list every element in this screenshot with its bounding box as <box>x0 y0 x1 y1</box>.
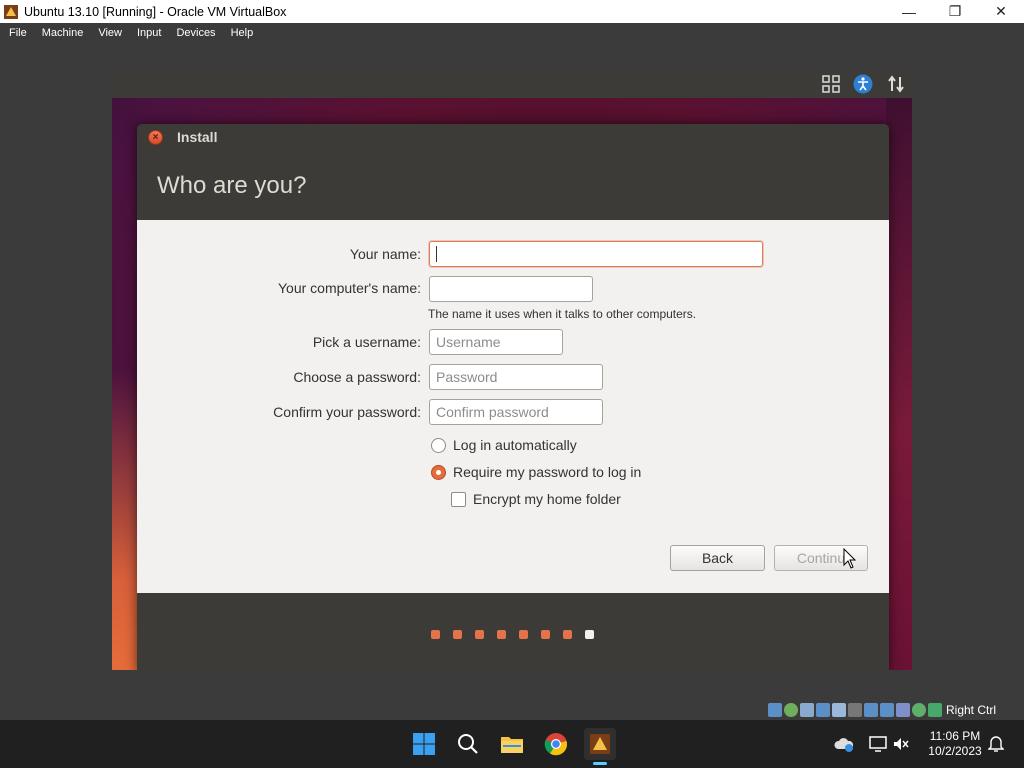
file-explorer-button[interactable] <box>496 728 528 760</box>
text-caret <box>436 246 437 262</box>
computer-name-field[interactable] <box>429 276 593 302</box>
auto-login-option[interactable]: Log in automatically <box>431 437 577 453</box>
bell-icon <box>988 736 1004 752</box>
search-icon <box>458 734 478 754</box>
virtualbox-icon <box>4 4 18 19</box>
host-key-icon[interactable] <box>928 703 942 717</box>
vm-display[interactable]: × Install Who are you? Your name: Your c… <box>112 70 912 670</box>
chrome-button[interactable] <box>540 728 572 760</box>
encrypt-home-label: Encrypt my home folder <box>473 491 621 507</box>
confirm-password-label: Confirm your password: <box>273 404 421 420</box>
progress-dot <box>475 630 484 639</box>
require-password-label: Require my password to log in <box>453 464 642 480</box>
shared-folders-icon[interactable] <box>848 703 862 717</box>
start-button[interactable] <box>408 728 440 760</box>
mouse-integration-icon[interactable] <box>912 703 926 717</box>
username-label: Pick a username: <box>312 334 421 350</box>
folder-icon <box>501 737 523 753</box>
dialog-titlebar: × Install <box>137 124 889 150</box>
active-indicator <box>593 762 607 765</box>
progress-dot <box>519 630 528 639</box>
password-label: Choose a password: <box>293 369 421 385</box>
menubar: File Machine View Input Devices Help <box>0 23 1024 42</box>
menu-input[interactable]: Input <box>128 27 167 39</box>
username-field[interactable]: Username <box>429 329 563 355</box>
close-button[interactable]: ✕ <box>978 0 1024 23</box>
taskbar: 11:06 PM 10/2/2023 <box>0 720 1024 768</box>
auto-login-label: Log in automatically <box>453 437 577 453</box>
volume-muted-icon[interactable] <box>892 735 910 753</box>
progress-dot <box>563 630 572 639</box>
window-titlebar: Ubuntu 13.10 [Running] - Oracle VM Virtu… <box>0 0 1024 23</box>
minimize-button[interactable]: — <box>886 0 932 23</box>
menu-help[interactable]: Help <box>222 27 260 39</box>
virtualbox-icon <box>590 734 610 754</box>
virtualbox-taskbar-button[interactable] <box>584 728 616 765</box>
progress-dot <box>541 630 550 639</box>
network-icon[interactable] <box>816 703 830 717</box>
audio-icon[interactable] <box>800 703 814 717</box>
search-button[interactable] <box>452 728 484 760</box>
back-button[interactable]: Back <box>670 545 765 571</box>
host-key-label: Right Ctrl <box>946 703 997 717</box>
grid-icon[interactable] <box>821 74 841 94</box>
progress-dot-current <box>585 630 594 639</box>
mouse-pointer-icon <box>843 548 857 569</box>
progress-dots <box>431 630 607 639</box>
progress-dot <box>453 630 462 639</box>
wallpaper-edge <box>112 370 138 670</box>
menu-file[interactable]: File <box>0 27 33 39</box>
close-icon[interactable]: × <box>148 129 163 145</box>
clock[interactable]: 11:06 PM 10/2/2023 <box>920 729 990 759</box>
encrypt-home-option[interactable]: Encrypt my home folder <box>451 491 621 507</box>
password-field[interactable]: Password <box>429 364 603 390</box>
ubuntu-top-panel <box>112 70 912 98</box>
dialog-title: Install <box>177 129 218 145</box>
computer-name-label: Your computer's name: <box>277 280 421 296</box>
page-title: Who are you? <box>157 172 307 199</box>
hard-disk-icon[interactable] <box>768 703 782 717</box>
progress-dot <box>497 630 506 639</box>
network-transfer-icon[interactable] <box>886 74 906 94</box>
chrome-icon <box>544 733 568 756</box>
wallpaper-edge <box>886 70 912 670</box>
clock-time: 11:06 PM <box>929 729 981 743</box>
confirm-password-field[interactable]: Confirm password <box>429 399 603 425</box>
name-field[interactable] <box>429 241 763 267</box>
checkbox[interactable] <box>451 491 466 507</box>
usb-icon[interactable] <box>832 703 846 717</box>
menu-view[interactable]: View <box>89 27 128 39</box>
radio-selected[interactable] <box>431 464 446 480</box>
progress-area <box>137 593 889 670</box>
notifications-button[interactable] <box>988 720 1004 768</box>
form-panel: Your name: Your computer's name: The nam… <box>137 220 889 593</box>
menu-devices[interactable]: Devices <box>167 27 221 39</box>
onedrive-icon[interactable] <box>834 735 854 753</box>
window-title: Ubuntu 13.10 [Running] - Oracle VM Virtu… <box>24 4 287 19</box>
optical-drive-icon[interactable] <box>784 703 798 717</box>
vm-status-bar: Right Ctrl <box>768 700 996 720</box>
system-tray <box>834 720 910 768</box>
progress-dot <box>431 630 440 639</box>
clock-date: 10/2/2023 <box>928 744 982 758</box>
recording-icon[interactable] <box>880 703 894 717</box>
install-dialog: × Install Who are you? Your name: Your c… <box>137 124 889 670</box>
virtualization-icon[interactable] <box>896 703 910 717</box>
display-icon[interactable] <box>864 703 878 717</box>
windows-logo-icon <box>413 733 435 755</box>
menu-machine[interactable]: Machine <box>33 27 90 39</box>
name-label: Your name: <box>349 246 421 262</box>
accessibility-icon[interactable] <box>853 74 873 94</box>
monitor-icon[interactable] <box>868 735 888 753</box>
maximize-button[interactable]: ❐ <box>932 0 978 23</box>
computer-name-hint: The name it uses when it talks to other … <box>428 307 697 321</box>
radio-unselected[interactable] <box>431 437 446 453</box>
require-password-option[interactable]: Require my password to log in <box>431 464 641 480</box>
